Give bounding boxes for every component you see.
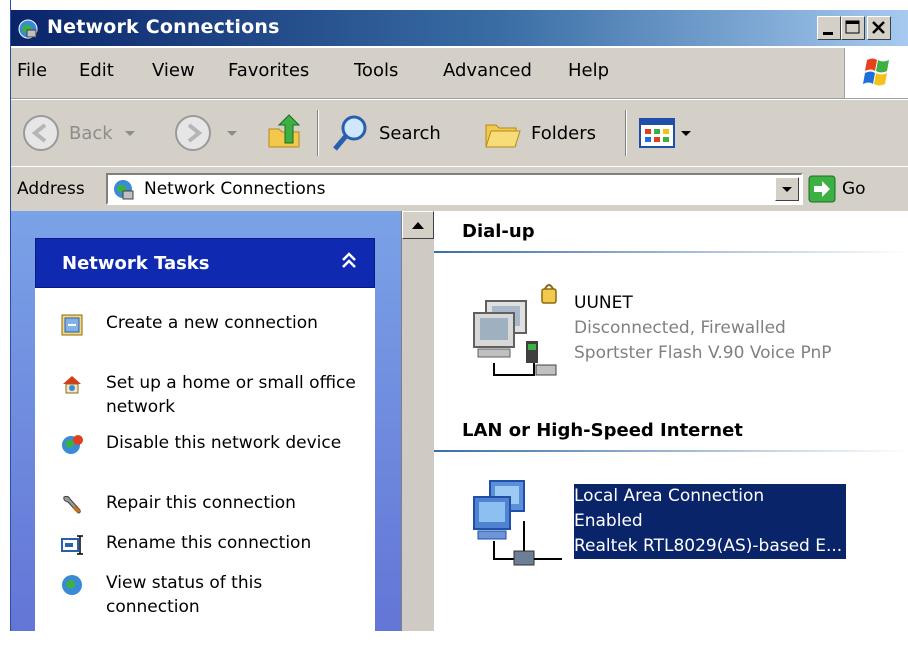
- window-title: Network Connections: [47, 16, 280, 38]
- close-button[interactable]: [867, 16, 891, 40]
- maximize-icon: [845, 20, 860, 34]
- dialup-connection-status: Disconnected, Firewalled: [574, 318, 786, 338]
- task-repair-connection[interactable]: Repair this connection: [60, 491, 360, 517]
- network-tasks-header[interactable]: Network Tasks: [35, 238, 375, 288]
- lan-connection-status: Enabled: [574, 509, 847, 534]
- back-arrow-icon: [23, 115, 59, 151]
- network-tasks-panel: Network Tasks Create a new connection Se…: [35, 238, 375, 648]
- views-dropdown-icon[interactable]: [679, 127, 693, 139]
- lan-connection-icon: [473, 480, 562, 566]
- dialup-connection-name: UUNET: [574, 293, 633, 313]
- chevron-down-icon: [782, 187, 792, 192]
- address-value: Network Connections: [144, 179, 326, 199]
- back-dropdown-icon[interactable]: [121, 127, 139, 139]
- connections-view: Dial-up UUNET Disconnected, Firewalled S…: [434, 211, 908, 631]
- new-connection-wizard-icon: [61, 314, 83, 336]
- scroll-up-arrow-icon: [412, 222, 424, 229]
- menu-file[interactable]: File: [17, 60, 47, 81]
- group-divider: [434, 450, 908, 452]
- dialup-connection-device: Sportster Flash V.90 Voice PnP: [574, 343, 832, 363]
- views-icon: [639, 118, 675, 148]
- group-title-dialup: Dial-up: [462, 221, 535, 242]
- collapse-chevron-icon[interactable]: [340, 251, 358, 271]
- windows-flag-icon: [863, 58, 889, 86]
- title-bar[interactable]: Network Connections: [11, 10, 908, 46]
- scroll-up-button[interactable]: [402, 211, 434, 239]
- group-header-dialup: Dial-up: [434, 217, 908, 253]
- network-tasks-title: Network Tasks: [62, 253, 210, 274]
- windows-logo: [844, 48, 908, 98]
- search-icon: [333, 115, 367, 151]
- search-button[interactable]: Search: [331, 100, 441, 166]
- menu-edit[interactable]: Edit: [79, 60, 114, 81]
- menu-bar: File Edit View Favorites Tools Advanced …: [11, 48, 908, 99]
- task-create-connection[interactable]: Create a new connection: [60, 311, 360, 337]
- address-label: Address: [17, 179, 85, 199]
- menu-view[interactable]: View: [152, 60, 195, 81]
- address-bar: Address Network Connections Go: [11, 166, 908, 212]
- view-status-icon: [62, 575, 82, 595]
- lan-connection-device: Realtek RTL8029(AS)-based E...: [574, 534, 847, 559]
- toolbar-separator: [317, 110, 319, 156]
- group-header-lan: LAN or High-Speed Internet: [434, 416, 908, 452]
- network-tasks-list: Create a new connection Set up a home or…: [35, 288, 375, 648]
- menu-advanced[interactable]: Advanced: [443, 60, 532, 81]
- forward-dropdown-icon[interactable]: [223, 127, 241, 139]
- menu-favorites[interactable]: Favorites: [228, 60, 309, 81]
- left-pane-scrollbar[interactable]: [401, 211, 434, 631]
- group-divider: [434, 251, 908, 253]
- up-folder-button[interactable]: [265, 100, 305, 166]
- forward-arrow-icon: [175, 115, 211, 151]
- folders-icon: [485, 124, 521, 148]
- task-disable-device[interactable]: Disable this network device: [60, 431, 360, 457]
- task-home-network[interactable]: Set up a home or small office network: [60, 371, 360, 419]
- address-dropdown-button[interactable]: [775, 177, 799, 201]
- back-button[interactable]: Back: [21, 100, 139, 166]
- minimize-icon: [823, 32, 833, 35]
- standard-toolbar: Back Search Folders: [11, 99, 908, 167]
- lan-connection-name: Local Area Connection: [574, 484, 847, 509]
- forward-button[interactable]: [173, 100, 241, 166]
- network-connections-icon: [114, 180, 134, 200]
- up-folder-icon: [268, 114, 301, 148]
- disable-device-icon: [62, 435, 83, 454]
- address-input[interactable]: Network Connections: [106, 173, 803, 205]
- folders-button[interactable]: Folders: [483, 100, 596, 166]
- minimize-button[interactable]: [817, 16, 841, 40]
- rename-icon: [61, 535, 83, 555]
- menu-help[interactable]: Help: [568, 60, 609, 81]
- network-connections-icon: [18, 19, 38, 39]
- scroll-track[interactable]: [402, 239, 434, 631]
- close-icon: [872, 21, 885, 34]
- go-button[interactable]: Go: [808, 173, 866, 205]
- task-rename-connection[interactable]: Rename this connection: [60, 531, 360, 557]
- dialup-connection-details[interactable]: UUNET Disconnected, Firewalled Sportster…: [574, 291, 831, 366]
- task-view-status[interactable]: View status of this connection: [60, 571, 360, 619]
- task-pane: Network Tasks Create a new connection Se…: [11, 211, 401, 648]
- toolbar-separator: [625, 110, 627, 156]
- explorer-window: Network Connections File Edit View Favor…: [10, 0, 908, 648]
- wrench-icon: [63, 495, 81, 514]
- lan-connection-details[interactable]: Local Area Connection Enabled Realtek RT…: [574, 484, 847, 559]
- go-arrow-icon: [808, 175, 836, 203]
- home-network-icon: [63, 376, 81, 394]
- views-button[interactable]: [637, 100, 693, 166]
- group-title-lan: LAN or High-Speed Internet: [462, 420, 743, 441]
- maximize-button[interactable]: [841, 16, 865, 40]
- dialup-connection-icon: [473, 284, 557, 376]
- menu-tools[interactable]: Tools: [354, 60, 398, 81]
